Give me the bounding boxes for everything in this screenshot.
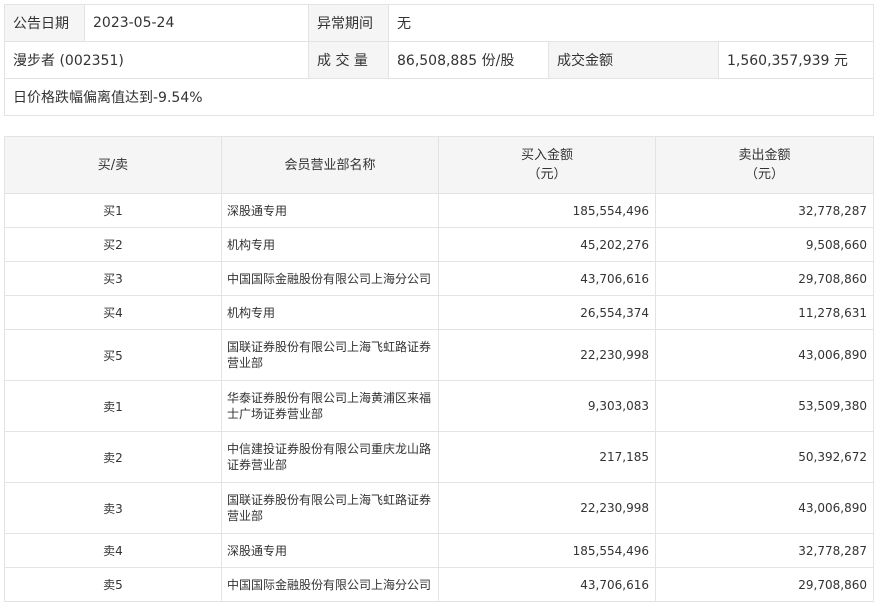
announcement-info-table: 公告日期 2023-05-24 异常期间 无 漫步者 (002351) 成 交 … [3,4,875,116]
info-row-note: 日价格跌幅偏离值达到-9.54% [3,78,875,116]
row-sell-amount: 11,278,631 [655,295,874,330]
row-side: 卖3 [4,482,222,534]
row-buy-amount: 43,706,616 [438,261,656,296]
table-header-row: 买/卖 会员营业部名称 买入金额 （元） 卖出金额 （元） [4,136,874,194]
table-row: 卖1 华泰证券股份有限公司上海黄浦区来福士广场证券营业部 9,303,083 53,5… [4,380,874,432]
row-side: 买1 [4,193,222,228]
header-buy-amount: 买入金额 （元） [438,136,656,194]
row-sell-amount: 43,006,890 [655,482,874,534]
table-row: 卖3 国联证券股份有限公司上海飞虹路证券营业部 22,230,998 43,006,8… [4,482,874,534]
row-side: 买2 [4,227,222,262]
row-side: 卖4 [4,533,222,568]
row-broker-name: 深股通专用 [221,533,439,568]
row-buy-amount: 22,230,998 [438,329,656,381]
abnormal-period-label: 异常期间 [308,4,389,42]
row-side: 卖1 [4,380,222,432]
table-row: 买4 机构专用 26,554,374 11,278,631 [4,295,874,330]
header-sell-amount-unit: （元） [744,167,784,182]
row-broker-name: 华泰证券股份有限公司上海黄浦区来福士广场证券营业部 [221,380,439,432]
header-broker: 会员营业部名称 [221,136,439,194]
table-row: 买3 中国国际金融股份有限公司上海分公司 43,706,616 29,708,860 [4,261,874,296]
header-buy-amount-unit: （元） [527,167,567,182]
row-side: 卖2 [4,431,222,483]
table-row: 买5 国联证券股份有限公司上海飞虹路证券营业部 22,230,998 43,006,8… [4,329,874,381]
row-buy-amount: 217,185 [438,431,656,483]
row-broker-name: 中国国际金融股份有限公司上海分公司 [221,567,439,602]
row-side: 买4 [4,295,222,330]
row-sell-amount: 50,392,672 [655,431,874,483]
row-buy-amount: 45,202,276 [438,227,656,262]
row-sell-amount: 43,006,890 [655,329,874,381]
abnormal-period-value: 无 [387,4,875,42]
row-buy-amount: 22,230,998 [438,482,656,534]
row-broker-name: 国联证券股份有限公司上海飞虹路证券营业部 [221,329,439,381]
volume-label: 成 交 量 [308,41,389,79]
table-row: 卖5 中国国际金融股份有限公司上海分公司 43,706,616 29,708,860 [4,567,874,602]
row-broker-name: 机构专用 [221,295,439,330]
row-buy-amount: 26,554,374 [438,295,656,330]
info-row-trading: 漫步者 (002351) 成 交 量 86,508,885 份/股 成交金额 1… [4,41,875,79]
header-buy-amount-title: 买入金额 [520,148,573,163]
row-broker-name: 国联证券股份有限公司上海飞虹路证券营业部 [221,482,439,534]
row-sell-amount: 9,508,660 [655,227,874,262]
amount-value: 1,560,357,939 元 [717,41,875,79]
row-sell-amount: 29,708,860 [655,567,874,602]
row-buy-amount: 43,706,616 [438,567,656,602]
row-side: 卖5 [4,567,222,602]
header-sell-amount-title: 卖出金额 [738,148,791,163]
table-row: 卖2 中信建投证券股份有限公司重庆龙山路证券营业部 217,185 50,392,67… [4,431,874,483]
volume-value: 86,508,885 份/股 [388,41,549,79]
row-buy-amount: 185,554,496 [438,193,656,228]
row-broker-name: 深股通专用 [221,193,439,228]
row-sell-amount: 32,778,287 [655,533,874,568]
row-broker-name: 中国国际金融股份有限公司上海分公司 [221,261,439,296]
row-sell-amount: 29,708,860 [655,261,874,296]
deviation-note: 日价格跌幅偏离值达到-9.54% [3,78,875,116]
row-sell-amount: 32,778,287 [655,193,874,228]
row-buy-amount: 9,303,083 [438,380,656,432]
row-sell-amount: 53,509,380 [655,380,874,432]
info-row-date: 公告日期 2023-05-24 异常期间 无 [4,4,875,42]
amount-label: 成交金额 [548,41,719,79]
table-row: 卖4 深股通专用 185,554,496 32,778,287 [4,533,874,568]
table-row: 买1 深股通专用 185,554,496 32,778,287 [4,193,874,228]
broker-trading-table: 买/卖 会员营业部名称 买入金额 （元） 卖出金额 （元） 买1 深股通专用 185… [4,136,874,602]
announcement-date-value: 2023-05-24 [84,4,309,42]
row-side: 买3 [4,261,222,296]
row-buy-amount: 185,554,496 [438,533,656,568]
header-side: 买/卖 [4,136,222,194]
row-broker-name: 机构专用 [221,227,439,262]
stock-name: 漫步者 (002351) [4,41,309,79]
header-sell-amount: 卖出金额 （元） [655,136,874,194]
table-row: 买2 机构专用 45,202,276 9,508,660 [4,227,874,262]
row-broker-name: 中信建投证券股份有限公司重庆龙山路证券营业部 [221,431,439,483]
row-side: 买5 [4,329,222,381]
announcement-date-label: 公告日期 [4,4,85,42]
